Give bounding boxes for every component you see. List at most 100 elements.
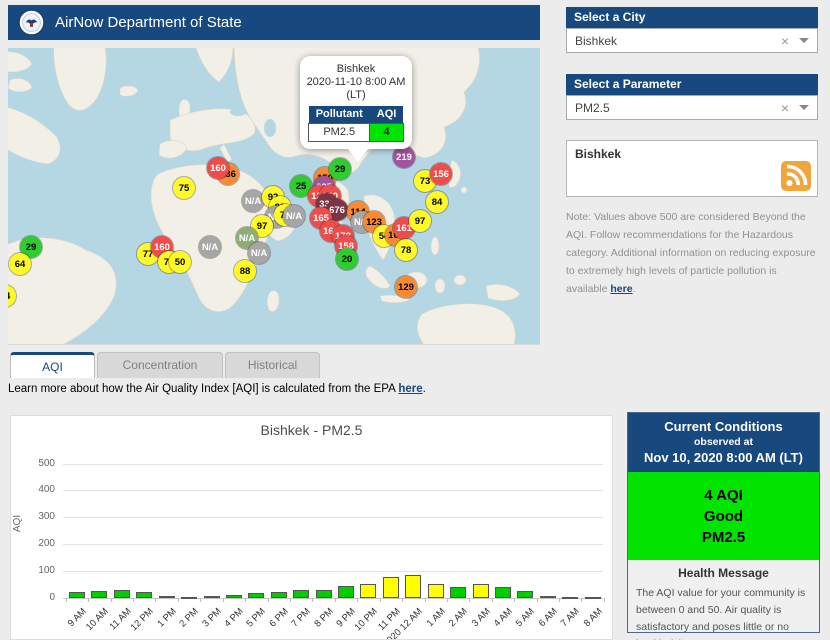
health-message-title: Health Message [636, 566, 811, 580]
world-map[interactable]: 13616075296474771607150N/A88N/A9299N/A77… [8, 48, 540, 345]
x-tick-label: 3 PM [200, 606, 223, 629]
chart-bar[interactable] [473, 584, 489, 598]
aqi-marker[interactable]: 88 [234, 260, 256, 282]
aqi-marker[interactable]: 64 [9, 253, 31, 275]
rss-icon[interactable] [781, 161, 811, 191]
rss-city-label: Bishkek [575, 147, 621, 161]
chart-bar[interactable] [383, 577, 399, 598]
chart-bar[interactable] [271, 592, 287, 598]
chart-bar[interactable] [428, 584, 444, 598]
chart-bar[interactable] [181, 597, 197, 599]
aqi-marker[interactable]: N/A [248, 242, 270, 264]
current-aqi-category: Good [628, 506, 819, 527]
chart-bar[interactable] [405, 575, 421, 598]
chart-bar[interactable] [293, 590, 309, 598]
clear-parameter-icon[interactable]: × [781, 100, 789, 116]
chart-bar[interactable] [562, 597, 578, 599]
aqi-marker[interactable]: 78 [395, 239, 417, 261]
popup-pollutant-value: PM2.5 [309, 124, 370, 142]
app-title: AirNow Department of State [55, 14, 242, 31]
y-tick-label: 0 [11, 592, 55, 603]
chart-bar[interactable] [360, 584, 376, 598]
x-axis-tick [200, 598, 201, 602]
chart-bar[interactable] [338, 586, 354, 598]
tab-historical[interactable]: Historical [225, 352, 320, 378]
chart-bar[interactable] [316, 590, 332, 598]
popup-table: Pollutant AQI PM2.5 4 [308, 106, 404, 142]
x-axis-tick [223, 598, 224, 602]
chart-bar[interactable] [226, 595, 242, 598]
chart-bar[interactable] [540, 596, 556, 598]
x-tick-label: 10 PM [353, 606, 380, 633]
aqi-marker[interactable]: N/A [283, 205, 305, 227]
note-here-link[interactable]: here [610, 283, 632, 295]
tab-concentration[interactable]: Concentration [97, 352, 223, 378]
current-aqi-box: 4 AQI Good PM2.5 [628, 472, 819, 560]
aqi-marker[interactable]: 160 [207, 157, 229, 179]
chart-bar[interactable] [69, 592, 85, 598]
x-axis-tick [111, 598, 112, 602]
dos-seal-icon [18, 9, 45, 36]
chevron-down-icon[interactable] [799, 105, 809, 110]
clear-city-icon[interactable]: × [781, 33, 789, 49]
aqi-marker[interactable]: 84 [426, 191, 448, 213]
popup-aqi-value: 4 [370, 124, 404, 142]
x-tick-label: 3 AM [469, 606, 492, 629]
chart-bar[interactable] [450, 587, 466, 598]
x-axis-tick [335, 598, 336, 602]
gridline [63, 544, 603, 545]
popup-city: Bishkek [305, 63, 407, 76]
x-axis-line [63, 598, 603, 599]
aqi-marker[interactable]: N/A [199, 236, 221, 258]
chevron-down-icon[interactable] [799, 38, 809, 43]
gridline [63, 571, 603, 572]
chart-bar[interactable] [136, 592, 152, 598]
chart-bar[interactable] [114, 590, 130, 598]
observed-time: Nov 10, 2020 8:00 AM (LT) [632, 450, 815, 465]
x-axis-tick [133, 598, 134, 602]
x-tick-label: 10 AM [84, 606, 111, 633]
x-axis-tick [357, 598, 358, 602]
chart-bar[interactable] [159, 596, 175, 598]
aqi-marker[interactable]: 219 [393, 146, 415, 168]
aqi-marker[interactable]: N/A [242, 190, 264, 212]
gridline [63, 517, 603, 518]
y-tick-label: 300 [11, 511, 55, 522]
chart-bar[interactable] [585, 597, 601, 599]
x-tick-label: 7 PM [289, 606, 312, 629]
parameter-select-header: Select a Parameter [566, 74, 818, 95]
x-axis-tick [469, 598, 470, 602]
x-axis-tick [66, 598, 67, 602]
aqi-marker[interactable]: 156 [430, 163, 452, 185]
aqi-marker[interactable]: 97 [409, 210, 431, 232]
chart-bar[interactable] [204, 596, 220, 598]
aqi-marker[interactable]: 50 [169, 251, 191, 273]
aqi-marker[interactable]: 75 [173, 177, 195, 199]
current-aqi-pollutant: PM2.5 [628, 527, 819, 548]
current-aqi-value: 4 AQI [628, 485, 819, 506]
aqi-note: Note: Values above 500 are considered Be… [566, 208, 820, 298]
city-select-value: Bishkek [575, 34, 781, 48]
gridline [63, 490, 603, 491]
x-tick-label: 1 AM [424, 606, 447, 629]
x-axis-tick [402, 598, 403, 602]
map-popup[interactable]: Bishkek 2020-11-10 8:00 AM (LT) Pollutan… [300, 56, 412, 149]
x-axis-tick [268, 598, 269, 602]
x-tick-label: 12 PM [129, 606, 156, 633]
city-select[interactable]: Bishkek × [566, 28, 818, 53]
observed-at-label: observed at [632, 436, 815, 448]
note-period: . [633, 283, 636, 295]
chart-bar[interactable] [248, 593, 264, 598]
parameter-select[interactable]: PM2.5 × [566, 95, 818, 120]
tab-aqi[interactable]: AQI [10, 352, 95, 378]
aqi-marker[interactable]: 129 [395, 276, 417, 298]
learn-more-here-link[interactable]: here [398, 383, 422, 395]
airnow-page: AirNow Department of State [0, 0, 830, 640]
x-tick-label: 5 AM [514, 606, 537, 629]
aqi-marker[interactable]: 20 [336, 248, 358, 270]
chart-bar[interactable] [91, 591, 107, 598]
chart-bar[interactable] [495, 587, 511, 598]
x-tick-label: 4 AM [492, 606, 515, 629]
chart-bar[interactable] [517, 591, 533, 598]
learn-more-text: Learn more about how the Air Quality Ind… [8, 383, 398, 395]
